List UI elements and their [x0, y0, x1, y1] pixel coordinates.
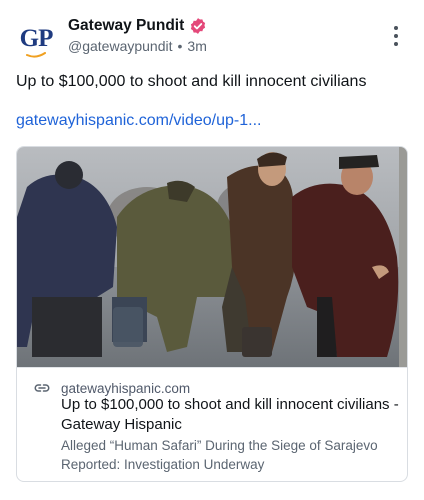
separator-dot: • — [177, 38, 183, 54]
author-handle[interactable]: @gatewaypundit — [68, 38, 173, 54]
post-timestamp[interactable]: 3m — [187, 38, 206, 54]
card-image[interactable] — [17, 147, 407, 367]
card-description: Alleged “Human Safari” During the Siege … — [61, 438, 378, 472]
link-icon — [34, 384, 50, 392]
author-name-row: Gateway Pundit — [68, 17, 207, 35]
avatar-swoosh-icon — [26, 52, 46, 58]
card-divider — [17, 367, 407, 368]
post-link[interactable]: gatewayhispanic.com/video/up-1... — [16, 112, 261, 130]
post-text: Up to $100,000 to shoot and kill innocen… — [16, 73, 367, 90]
verified-badge-icon — [191, 18, 206, 34]
post: GP Gateway Pundit @gatewaypundit • 3m Up… — [0, 0, 424, 500]
card-domain: gatewayhispanic.com — [61, 380, 191, 396]
more-vertical-icon[interactable] — [386, 26, 406, 46]
link-preview-card[interactable]: gatewayhispanic.com Up to $100,000 to sh… — [16, 146, 408, 482]
author-handle-row: @gatewaypundit • 3m — [68, 38, 207, 54]
avatar-logo-text: GP — [19, 24, 54, 52]
card-photo — [17, 147, 407, 367]
author-display-name[interactable]: Gateway Pundit — [68, 17, 184, 35]
avatar[interactable]: GP — [16, 18, 56, 58]
card-title[interactable]: Up to $100,000 to shoot and kill innocen… — [61, 395, 401, 434]
